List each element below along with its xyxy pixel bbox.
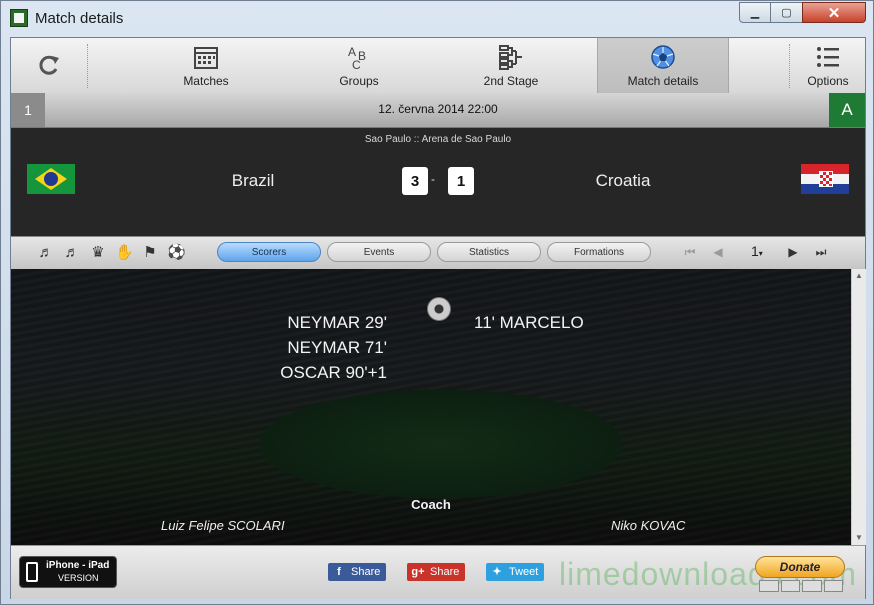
scroll-up-arrow-icon[interactable]: ▲ bbox=[852, 269, 866, 283]
next-page-icon[interactable]: ▶ bbox=[786, 244, 800, 260]
app-icon bbox=[10, 9, 28, 27]
google-plus-share-label: Share bbox=[430, 566, 460, 578]
svg-text:A: A bbox=[348, 45, 356, 59]
facebook-share-label: Share bbox=[351, 566, 381, 578]
match-date-bar: 1 12. června 2014 22:00 A bbox=[11, 93, 865, 128]
page-number-value: 1 bbox=[751, 243, 759, 259]
title-bar: Match details ▁ ▢ ✕ bbox=[1, 1, 873, 37]
refresh-button[interactable] bbox=[11, 38, 87, 93]
corner-flag-icon[interactable]: ⚑ bbox=[141, 244, 159, 262]
tweet-label: Tweet bbox=[509, 566, 539, 578]
twitter-icon: ✦ bbox=[492, 566, 502, 578]
ball-icon[interactable]: ⚽ bbox=[167, 244, 186, 262]
content-area: Matches A B C Groups 2nd Stage Match det… bbox=[10, 37, 866, 599]
home-score: 3 bbox=[402, 167, 428, 195]
list-options-icon bbox=[817, 47, 839, 67]
minimize-button[interactable]: ▁ bbox=[739, 2, 771, 23]
google-plus-share-button[interactable]: g+ Share bbox=[407, 563, 465, 581]
refresh-icon bbox=[39, 55, 59, 75]
prev-page-icon[interactable]: ◀ bbox=[711, 244, 725, 260]
away-scorer: 11' MARCELO bbox=[474, 313, 584, 332]
iphone-subtitle: VERSION bbox=[58, 573, 99, 583]
brazil-flag-icon bbox=[27, 164, 75, 194]
home-scorer: OSCAR 90'+1 bbox=[280, 363, 387, 382]
score-separator: - bbox=[431, 172, 435, 186]
second-half-icon[interactable]: ♬ bbox=[63, 244, 81, 262]
maximize-button[interactable]: ▢ bbox=[770, 2, 803, 23]
venue: Sao Paulo :: Arena de Sao Paulo bbox=[364, 134, 512, 145]
home-scorer: NEYMAR 71' bbox=[287, 338, 387, 357]
page-number[interactable]: 1▾ bbox=[751, 243, 763, 259]
vertical-scrollbar[interactable]: ▲ ▼ bbox=[851, 269, 866, 545]
scorers-panel: NEYMAR 29' NEYMAR 71' OSCAR 90'+1 11' MA… bbox=[11, 269, 851, 545]
tab-statistics[interactable]: Statistics bbox=[437, 242, 541, 262]
first-page-icon[interactable]: ⏮ bbox=[683, 244, 697, 260]
groups-abc-icon: A B C bbox=[348, 45, 366, 70]
home-team-name: Brazil bbox=[231, 171, 275, 190]
payment-cards-icon bbox=[759, 580, 843, 592]
phone-icon bbox=[26, 562, 38, 582]
toolbar-separator bbox=[87, 44, 89, 88]
first-half-icon[interactable]: ♬ bbox=[37, 244, 55, 262]
window-title: Match details bbox=[35, 10, 124, 27]
home-scorer: NEYMAR 29' bbox=[287, 313, 387, 332]
options-button[interactable]: Options bbox=[791, 38, 865, 93]
app-window: Match details ▁ ▢ ✕ Matches A B C Groups… bbox=[0, 0, 874, 605]
footer-bar: iPhone - iPad VERSION f Share g+ Share ✦ Tw… bbox=[11, 545, 865, 599]
matches-button[interactable]: Matches bbox=[151, 38, 261, 93]
goal-ball-icon bbox=[427, 297, 451, 321]
coach-label: Coach bbox=[411, 497, 451, 512]
glove-icon[interactable]: ✋ bbox=[115, 244, 134, 262]
iphone-ipad-version-button[interactable]: iPhone - iPad VERSION bbox=[19, 556, 117, 588]
last-page-icon[interactable]: ⏭ bbox=[814, 244, 828, 260]
match-details-button[interactable]: Match details bbox=[597, 38, 729, 93]
main-toolbar: Matches A B C Groups 2nd Stage Match det… bbox=[11, 38, 865, 94]
close-button[interactable]: ✕ bbox=[802, 2, 866, 23]
svg-text:C: C bbox=[352, 58, 361, 70]
match-details-label: Match details bbox=[627, 74, 699, 88]
bracket-icon bbox=[499, 45, 522, 70]
croatia-flag-icon bbox=[801, 164, 849, 194]
groups-label: Groups bbox=[339, 74, 379, 88]
detail-tab-bar: ♬ ♬ ♛ ✋ ⚑ ⚽ Scorers Events Statistics Fo… bbox=[11, 236, 865, 270]
facebook-icon: f bbox=[337, 566, 341, 578]
scroll-down-arrow-icon[interactable]: ▼ bbox=[852, 531, 866, 545]
home-coach: Luiz Felipe SCOLARI bbox=[161, 518, 285, 533]
iphone-title: iPhone - iPad bbox=[46, 560, 110, 571]
soccer-ball-icon bbox=[651, 45, 675, 69]
calendar-icon bbox=[194, 47, 218, 69]
options-label: Options bbox=[807, 74, 849, 88]
away-score: 1 bbox=[448, 167, 474, 195]
tab-formations[interactable]: Formations bbox=[547, 242, 651, 262]
group-badge: A bbox=[829, 93, 865, 127]
second-stage-button[interactable]: 2nd Stage bbox=[456, 38, 566, 93]
second-stage-label: 2nd Stage bbox=[483, 74, 539, 88]
donate-button[interactable]: Donate bbox=[755, 556, 845, 578]
google-plus-icon: g+ bbox=[411, 566, 425, 578]
team-icon[interactable]: ♛ bbox=[89, 244, 107, 262]
match-header: Sao Paulo :: Arena de Sao Paulo Brazil 3… bbox=[11, 128, 865, 236]
facebook-share-button[interactable]: f Share bbox=[328, 563, 386, 581]
matches-label: Matches bbox=[183, 74, 229, 88]
match-date: 12. června 2014 22:00 bbox=[378, 102, 498, 116]
tab-events[interactable]: Events bbox=[327, 242, 431, 262]
away-team-name: Croatia bbox=[595, 171, 651, 190]
away-coach: Niko KOVAC bbox=[611, 518, 686, 533]
tab-scorers[interactable]: Scorers bbox=[217, 242, 321, 262]
groups-button[interactable]: A B C Groups bbox=[304, 38, 414, 93]
page-caret-icon: ▾ bbox=[758, 249, 763, 258]
twitter-tweet-button[interactable]: ✦ Tweet bbox=[486, 563, 544, 581]
